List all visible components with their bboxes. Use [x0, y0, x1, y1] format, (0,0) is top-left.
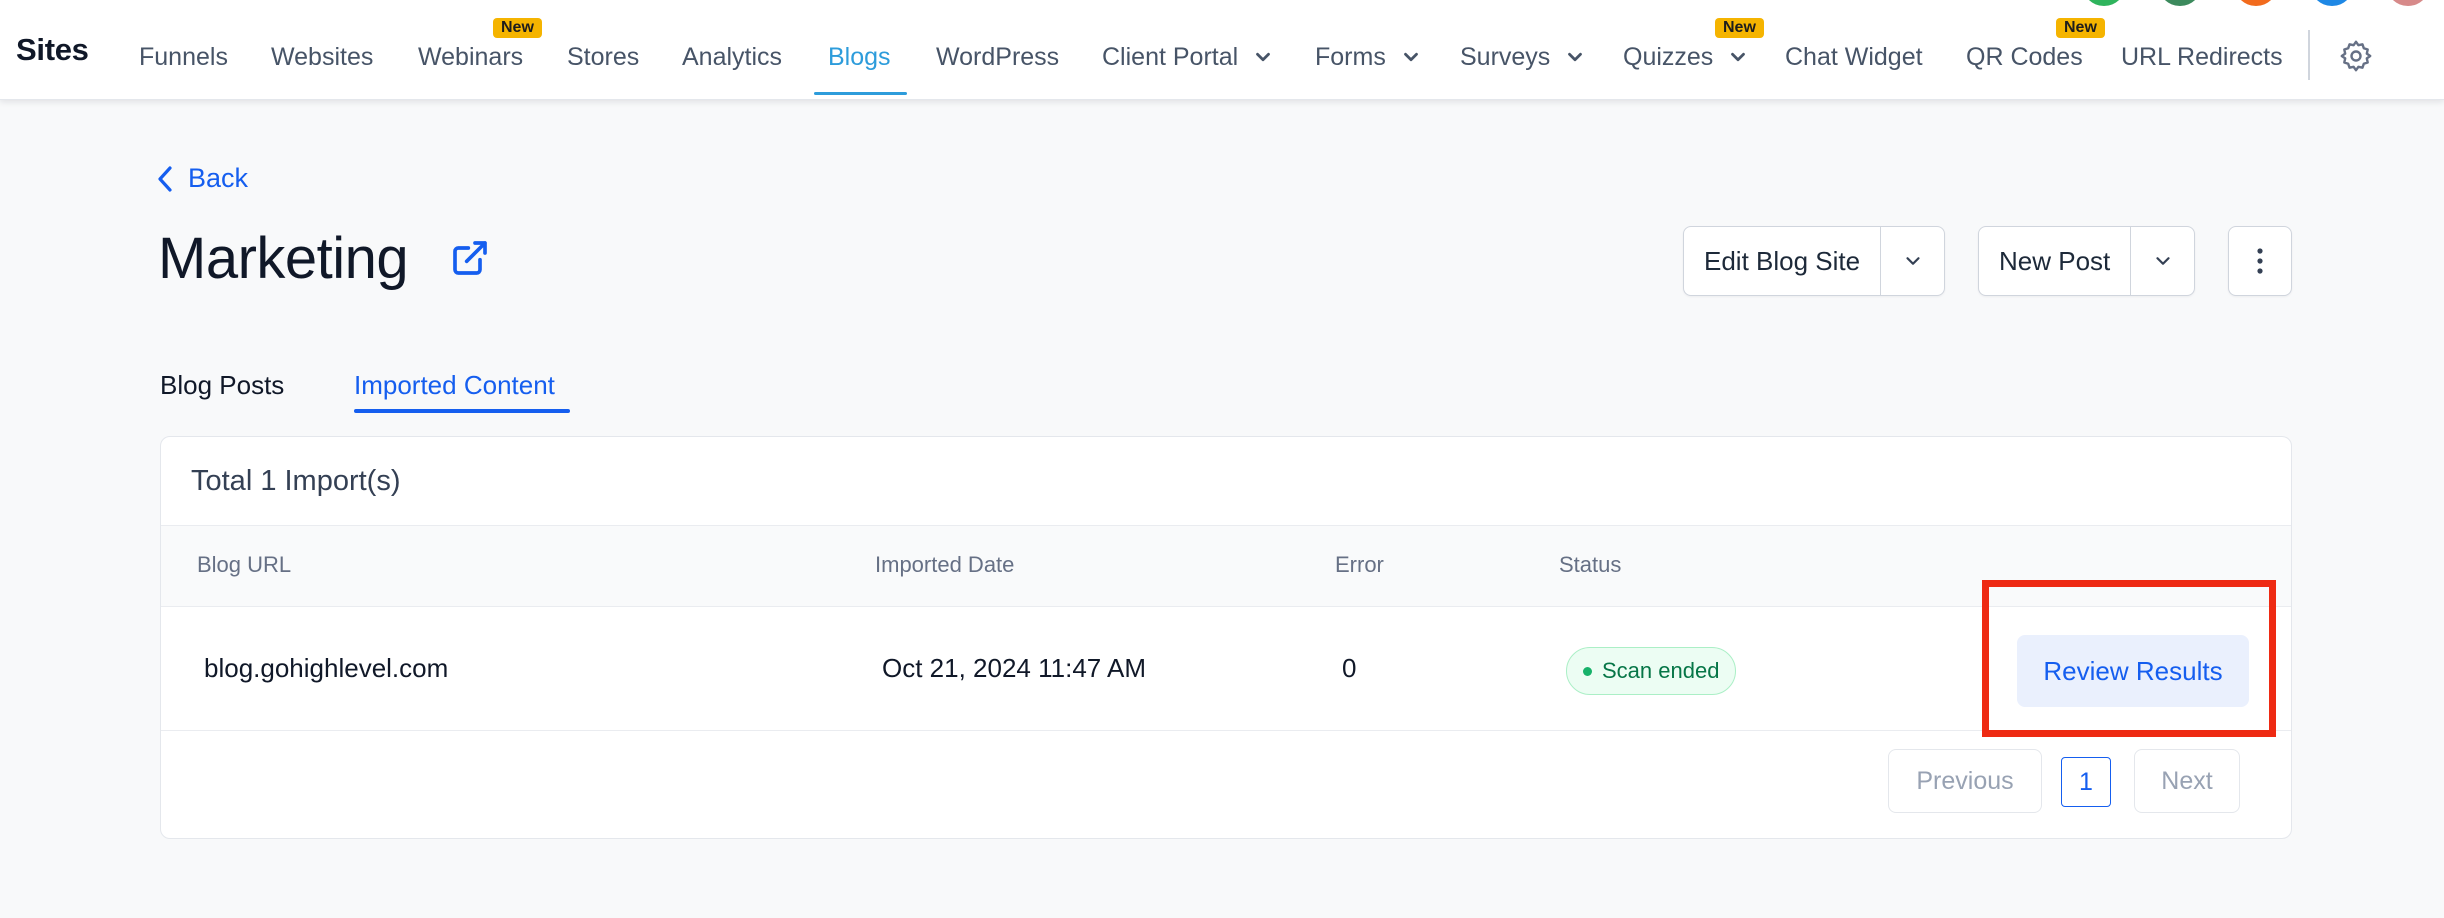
column-header-status: Status [1559, 552, 1622, 577]
new-badge: New [493, 18, 542, 38]
avatar[interactable] [2386, 0, 2430, 6]
nav-item-label: Stores [567, 42, 640, 71]
status-badge: Scan ended [1566, 647, 1737, 695]
nav-item-label: URL Redirects [2121, 42, 2283, 71]
nav-item-label: WordPress [936, 42, 1060, 71]
nav-item-forms[interactable]: Forms [1315, 40, 1422, 74]
edit-blog-site-dropdown[interactable] [1880, 227, 1944, 295]
avatar[interactable] [2310, 0, 2354, 6]
gear-icon[interactable] [2338, 38, 2374, 74]
active-nav-indicator [814, 92, 907, 95]
nav-item-label: Blogs [828, 42, 891, 71]
nav-item-label: Funnels [139, 42, 228, 71]
nav-item-webinars[interactable]: Webinars [418, 40, 523, 74]
nav-item-label: QR Codes [1966, 42, 2083, 71]
pagination-next-button[interactable]: Next [2134, 749, 2240, 813]
edit-blog-site-button[interactable]: Edit Blog Site [1684, 227, 1880, 295]
chevron-down-icon [1731, 52, 1746, 62]
status-label: Scan ended [1602, 658, 1720, 683]
app-title: Sites [16, 32, 89, 67]
back-label: Back [188, 163, 249, 193]
nav-item-funnels[interactable]: Funnels [139, 40, 228, 74]
nav-item-label: Surveys [1460, 42, 1551, 71]
nav-item-label: Client Portal [1102, 42, 1239, 71]
back-link[interactable]: Back [156, 163, 248, 194]
imported-date-cell: Oct 21, 2024 11:47 AM [882, 653, 1147, 683]
kebab-menu-icon [2257, 248, 2263, 274]
nav-item-analytics[interactable]: Analytics [682, 40, 782, 74]
pagination-previous-button[interactable]: Previous [1888, 749, 2042, 813]
chevron-down-icon [2156, 257, 2170, 265]
new-post-dropdown[interactable] [2130, 227, 2194, 295]
nav-item-chat-widget[interactable]: Chat Widget [1785, 40, 1923, 74]
more-options-button[interactable] [2228, 226, 2292, 296]
chevron-down-icon [1256, 52, 1271, 62]
avatar[interactable] [2082, 0, 2126, 6]
avatar[interactable] [2158, 0, 2202, 6]
tab-imported-content[interactable]: Imported Content [354, 370, 555, 401]
nav-item-blogs[interactable]: Blogs [828, 40, 891, 74]
page-title: Marketing [158, 226, 409, 291]
column-header-blog-url: Blog URL [197, 552, 292, 577]
tab-blog-posts[interactable]: Blog Posts [160, 370, 284, 401]
nav-item-websites[interactable]: Websites [271, 40, 373, 74]
new-post-split-button: New Post [1978, 226, 2196, 296]
active-tab-indicator [354, 409, 570, 413]
imports-card: Total 1 Import(s) Blog URL Imported Date… [160, 436, 2292, 839]
chevron-left-icon [158, 165, 172, 192]
new-badge: New [2056, 18, 2105, 38]
chevron-down-icon [1568, 52, 1583, 62]
nav-item-label: Webinars [418, 42, 524, 71]
nav-item-client-portal[interactable]: Client Portal [1102, 40, 1274, 74]
review-results-button[interactable]: Review Results [2017, 635, 2249, 707]
new-post-button[interactable]: New Post [1979, 227, 2130, 295]
nav-item-label: Forms [1315, 42, 1386, 71]
pagination-page-1[interactable]: 1 [2061, 757, 2111, 807]
nav-item-surveys[interactable]: Surveys [1460, 40, 1586, 74]
nav-item-label: Quizzes [1623, 42, 1714, 71]
nav-divider [2308, 30, 2310, 80]
table-row: blog.gohighlevel.com Oct 21, 2024 11:47 … [161, 607, 2291, 731]
nav-item-label: Analytics [682, 42, 783, 71]
nav-item-quizzes[interactable]: Quizzes [1623, 40, 1749, 74]
nav-item-label: Websites [271, 42, 374, 71]
nav-item-url-redirects[interactable]: URL Redirects [2121, 40, 2283, 74]
nav-item-label: Chat Widget [1785, 42, 1923, 71]
nav-item-wordpress[interactable]: WordPress [936, 40, 1059, 74]
nav-item-stores[interactable]: Stores [567, 40, 639, 74]
table-header: Blog URL Imported Date Error Status [161, 525, 2291, 607]
nav-item-qr-codes[interactable]: QR Codes [1966, 40, 2083, 74]
error-count-cell: 0 [1342, 653, 1357, 683]
new-badge: New [1715, 18, 1764, 38]
column-header-imported-date: Imported Date [875, 552, 1015, 577]
chevron-down-icon [1403, 52, 1418, 62]
imports-total: Total 1 Import(s) [191, 465, 401, 497]
edit-blog-site-split-button: Edit Blog Site [1683, 226, 1946, 296]
column-header-error: Error [1335, 552, 1384, 577]
status-dot-icon [1583, 666, 1592, 676]
top-navigation: Sites Funnels Websites New Webinars Stor… [0, 0, 2444, 100]
chevron-down-icon [1905, 257, 1920, 265]
external-link-icon[interactable] [450, 238, 490, 278]
blog-url-cell: blog.gohighlevel.com [204, 653, 449, 683]
avatar[interactable] [2234, 0, 2278, 6]
